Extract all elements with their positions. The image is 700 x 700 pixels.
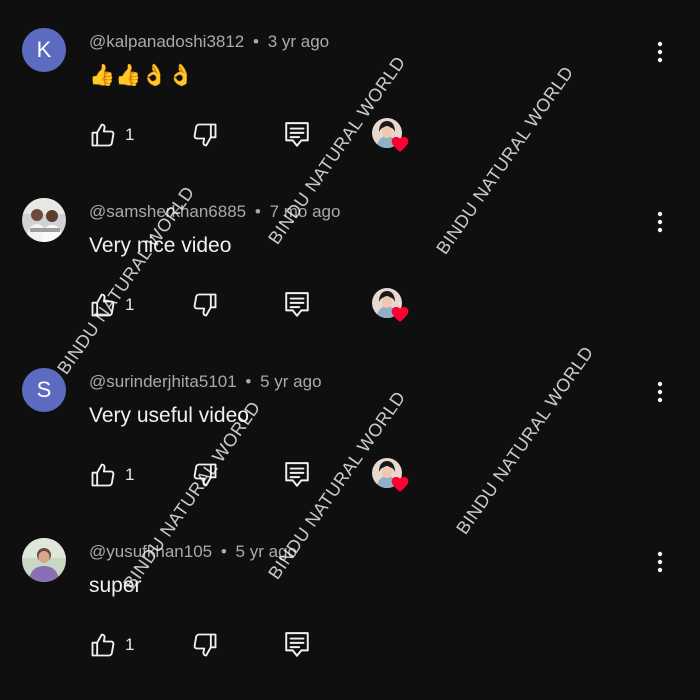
- comment-text: Very nice video: [89, 234, 232, 257]
- thumbs-down-icon: [193, 293, 217, 317]
- creator-heart: [372, 288, 409, 324]
- creator-heart-icon: [391, 476, 409, 492]
- like-button[interactable]: 1: [89, 118, 134, 152]
- dislike-button[interactable]: [191, 628, 219, 662]
- like-count: 1: [125, 125, 135, 144]
- avatar[interactable]: [22, 198, 66, 242]
- creator-heart-icon: [391, 306, 409, 322]
- thumbs-down-icon: [193, 463, 217, 487]
- comment-time: 7 mo ago: [269, 202, 341, 221]
- comment-item: K @kalpanadoshi3812 • 3 yr ago 👍👍👌👌 1: [0, 0, 700, 170]
- comment-actions: 1: [89, 458, 429, 492]
- more-vert-icon: [657, 211, 663, 233]
- avatar[interactable]: K: [22, 28, 66, 72]
- comment-actions: 1: [89, 118, 429, 152]
- comment-text: Very useful video: [89, 404, 249, 427]
- comment-item: @yusufkhan105 • 5 yr ago super 1: [0, 510, 700, 680]
- more-options-button[interactable]: [648, 378, 672, 406]
- more-vert-icon: [657, 381, 663, 403]
- user-photo-icon: [22, 198, 66, 242]
- comment-author[interactable]: @surinderjhita5101: [89, 372, 237, 391]
- user-photo-icon: [22, 538, 66, 582]
- like-button[interactable]: 1: [89, 458, 134, 492]
- reply-button[interactable]: [284, 118, 310, 152]
- comment-actions: 1: [89, 628, 429, 662]
- like-button[interactable]: 1: [89, 288, 134, 322]
- comment-author[interactable]: @samsherkhan6885: [89, 202, 246, 221]
- thumbs-up-icon: [91, 123, 115, 147]
- like-button[interactable]: 1: [89, 628, 134, 662]
- avatar[interactable]: S: [22, 368, 66, 412]
- reply-icon: [285, 462, 309, 487]
- comment-meta: @kalpanadoshi3812 • 3 yr ago: [89, 32, 329, 52]
- meta-separator: •: [253, 32, 259, 51]
- comment-time: 3 yr ago: [267, 32, 330, 51]
- like-count: 1: [125, 635, 135, 654]
- avatar-letter: K: [36, 37, 52, 62]
- comment-item: S @surinderjhita5101 • 5 yr ago Very use…: [0, 340, 700, 510]
- comment-text: 👍👍👌👌: [89, 64, 194, 87]
- avatar[interactable]: [22, 538, 66, 582]
- meta-separator: •: [254, 202, 261, 221]
- comment-actions: 1: [89, 288, 429, 322]
- reply-icon: [285, 122, 309, 147]
- thumbs-down-icon: [193, 633, 217, 657]
- comment-text: super: [89, 574, 142, 597]
- comment-item: @samsherkhan6885 • 7 mo ago Very nice vi…: [0, 170, 700, 340]
- reply-button[interactable]: [284, 628, 310, 662]
- dislike-button[interactable]: [191, 458, 219, 492]
- reply-icon: [285, 632, 309, 657]
- more-options-button[interactable]: [648, 38, 672, 66]
- more-options-button[interactable]: [648, 548, 672, 576]
- more-vert-icon: [657, 551, 663, 573]
- creator-heart: [372, 118, 409, 154]
- more-vert-icon: [657, 41, 663, 63]
- comment-meta: @surinderjhita5101 • 5 yr ago: [89, 372, 322, 392]
- reply-button[interactable]: [284, 458, 310, 492]
- dislike-button[interactable]: [191, 118, 219, 152]
- creator-heart-icon: [391, 136, 409, 152]
- avatar-letter: S: [36, 377, 52, 402]
- thumbs-up-icon: [91, 633, 115, 657]
- comment-author[interactable]: @kalpanadoshi3812: [89, 32, 244, 51]
- comments-page: K @kalpanadoshi3812 • 3 yr ago 👍👍👌👌 1 @s…: [0, 0, 700, 700]
- reply-button[interactable]: [284, 288, 310, 322]
- thumbs-down-icon: [193, 123, 217, 147]
- more-options-button[interactable]: [648, 208, 672, 236]
- like-count: 1: [125, 465, 135, 484]
- comment-time: 5 yr ago: [260, 372, 322, 391]
- creator-heart: [372, 458, 409, 494]
- thumbs-up-icon: [91, 463, 115, 487]
- dislike-button[interactable]: [191, 288, 219, 322]
- comment-meta: @yusufkhan105 • 5 yr ago: [89, 542, 297, 562]
- comment-meta: @samsherkhan6885 • 7 mo ago: [89, 202, 340, 222]
- meta-separator: •: [245, 372, 252, 391]
- meta-separator: •: [220, 542, 227, 561]
- thumbs-up-icon: [91, 293, 115, 317]
- reply-icon: [285, 292, 309, 317]
- like-count: 1: [125, 295, 135, 314]
- comment-author[interactable]: @yusufkhan105: [89, 542, 212, 561]
- comment-time: 5 yr ago: [235, 542, 297, 561]
